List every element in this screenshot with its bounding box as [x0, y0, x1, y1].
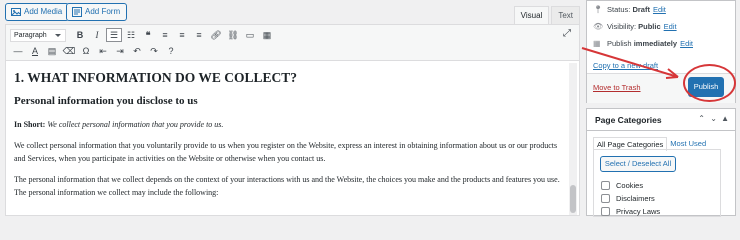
add-media-label: Add Media — [24, 7, 63, 16]
align-center-icon[interactable]: ≡ — [174, 28, 190, 42]
editor-scrollbar[interactable] — [569, 63, 577, 215]
outdent-icon[interactable]: ⇤ — [95, 44, 111, 58]
numbered-list-icon[interactable]: ☷ — [123, 28, 139, 42]
short-text: We collect personal information that you… — [47, 120, 224, 129]
undo-icon[interactable]: ↶ — [129, 44, 145, 58]
toolbar-row-2: — A ▤ ⌫ Ω ⇤ ⇥ ↶ ↷ ? — [10, 43, 180, 59]
page-categories-box: Page Categories ⌃ ⌄ ▲ All Page Categorie… — [586, 108, 736, 217]
wp-editor-screen: Add Media Add Form Visual Text Paragraph… — [0, 0, 740, 217]
category-item[interactable]: Disclaimers — [601, 194, 655, 203]
add-media-button[interactable]: Add Media — [5, 3, 70, 21]
media-buttons-bar: Add Media Add Form Visual Text — [0, 0, 580, 24]
tab-text[interactable]: Text — [551, 6, 580, 24]
bold-icon[interactable]: B — [72, 28, 88, 42]
align-right-icon[interactable]: ≡ — [191, 28, 207, 42]
text-color-icon[interactable]: A — [27, 44, 43, 58]
editor-tabs: Visual Text — [512, 6, 580, 24]
categories-list: Select / Deselect All Cookies Disclaimer… — [593, 149, 721, 217]
format-select[interactable]: Paragraph — [10, 28, 66, 42]
editor-toolbar: Paragraph B I ☰ ☷ ❝ ≡ ≡ ≡ 🔗︎ ⛓︎ ▭ ▦ — A … — [6, 25, 579, 61]
editor-area: Paragraph B I ☰ ☷ ❝ ≡ ≡ ≡ 🔗︎ ⛓︎ ▭ ▦ — A … — [5, 24, 580, 216]
editor-content[interactable]: 1. WHAT INFORMATION DO WE COLLECT? Perso… — [6, 61, 568, 217]
category-label: Cookies — [616, 181, 644, 190]
align-left-icon[interactable]: ≡ — [157, 28, 173, 42]
checkbox[interactable] — [601, 207, 610, 216]
collapse-icon[interactable]: ▲ — [721, 114, 729, 123]
visibility-edit-link[interactable]: Edit — [664, 22, 677, 31]
select-deselect-button[interactable]: Select / Deselect All — [600, 156, 676, 172]
content-heading: 1. WHAT INFORMATION DO WE COLLECT? — [14, 70, 298, 85]
checkbox[interactable] — [601, 181, 610, 190]
move-trash-link[interactable]: Move to Trash — [593, 83, 641, 92]
category-label: Privacy Laws — [616, 207, 661, 216]
form-icon — [72, 7, 82, 17]
visibility-row: 👁︎ Visibility: Public Edit — [593, 22, 677, 31]
read-more-icon[interactable]: ▭ — [242, 28, 258, 42]
chevron-down-icon[interactable]: ⌄ — [710, 114, 717, 123]
add-form-label: Add Form — [85, 7, 121, 16]
annotation-arrow — [581, 47, 679, 79]
fullscreen-icon[interactable]: ⤢ — [563, 28, 571, 39]
scrollbar-thumb[interactable] — [570, 185, 576, 213]
help-icon[interactable]: ? — [163, 44, 179, 58]
content-subheading: Personal information you disclose to us — [14, 95, 198, 107]
category-label: Disclaimers — [616, 194, 655, 203]
add-form-button[interactable]: Add Form — [66, 3, 128, 21]
short-summary: In Short: We collect personal informatio… — [14, 118, 560, 131]
special-char-icon[interactable]: Ω — [78, 44, 94, 58]
annotation-circle — [683, 64, 736, 102]
visibility-value: Public — [638, 22, 661, 31]
toolbar-row-1: Paragraph B I ☰ ☷ ❝ ≡ ≡ ≡ 🔗︎ ⛓︎ ▭ ▦ — [10, 27, 276, 43]
bullet-list-icon[interactable]: ☰ — [106, 28, 122, 42]
italic-icon[interactable]: I — [89, 28, 105, 42]
paragraph-2: The personal information that we collect… — [14, 175, 560, 197]
status-label: Status: — [607, 5, 631, 14]
paste-text-icon[interactable]: ▤ — [44, 44, 60, 58]
checkbox[interactable] — [601, 194, 610, 203]
blockquote-icon[interactable]: ❝ — [140, 28, 156, 42]
paragraph-1: We collect personal information that you… — [14, 141, 558, 163]
status-value: Draft — [632, 5, 650, 14]
eye-icon: 👁︎ — [593, 22, 604, 31]
categories-header: Page Categories ⌃ ⌄ ▲ — [587, 109, 735, 131]
pin-icon: 📍︎ — [593, 5, 604, 14]
visibility-label: Visibility: — [607, 22, 637, 31]
clear-format-icon[interactable]: ⌫ — [61, 44, 77, 58]
media-icon — [11, 8, 21, 16]
category-item[interactable]: Cookies — [601, 181, 643, 190]
toolbar-toggle-icon[interactable]: ▦ — [259, 28, 275, 42]
categories-title: Page Categories — [595, 115, 662, 125]
horizontal-line-icon[interactable]: — — [10, 44, 26, 58]
indent-icon[interactable]: ⇥ — [112, 44, 128, 58]
tab-visual[interactable]: Visual — [513, 6, 550, 24]
short-label: In Short: — [14, 120, 46, 129]
chevron-up-icon[interactable]: ⌃ — [698, 114, 705, 123]
status-edit-link[interactable]: Edit — [653, 5, 666, 14]
redo-icon[interactable]: ↷ — [146, 44, 162, 58]
category-item[interactable]: Privacy Laws — [601, 207, 660, 216]
link-icon[interactable]: 🔗︎ — [208, 28, 224, 42]
status-row: 📍︎ Status: Draft Edit — [593, 5, 666, 14]
unlink-icon[interactable]: ⛓︎ — [225, 28, 241, 42]
